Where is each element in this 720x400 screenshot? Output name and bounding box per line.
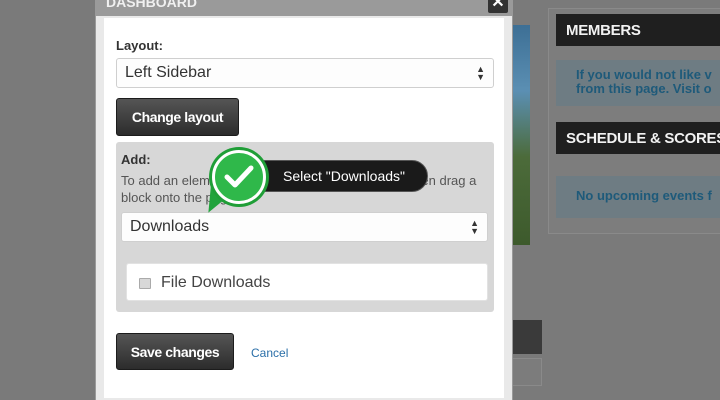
- checkmark-badge: [212, 150, 266, 204]
- layout-select-value: Left Sidebar: [125, 64, 212, 81]
- save-changes-button[interactable]: Save changes: [116, 333, 234, 370]
- background-panel: [512, 358, 542, 386]
- cancel-link[interactable]: Cancel: [251, 346, 288, 360]
- background-photo: [510, 25, 530, 245]
- element-label: File Downloads: [161, 274, 271, 291]
- members-widget-title: MEMBERS: [556, 14, 720, 46]
- add-label: Add:: [121, 152, 151, 167]
- schedule-text-line: No upcoming events f: [576, 188, 712, 203]
- element-list: File Downloads: [126, 263, 488, 301]
- schedule-widget-body: No upcoming events f: [556, 176, 720, 218]
- close-button[interactable]: ✕: [488, 0, 508, 13]
- members-text-line: If you would not like v: [576, 67, 712, 82]
- document-icon: [139, 277, 151, 289]
- select-arrows-icon: ▲ ▼: [476, 64, 485, 82]
- checkmark-icon: [224, 165, 254, 188]
- tutorial-callout: Select "Downloads": [244, 160, 429, 192]
- background-nav-strip: [512, 320, 542, 354]
- layout-select[interactable]: Left Sidebar ▲ ▼: [116, 58, 494, 88]
- layout-label: Layout:: [116, 38, 163, 53]
- category-select[interactable]: Downloads ▲ ▼: [121, 212, 488, 242]
- modal-titlebar: DASHBOARD ✕: [96, 0, 512, 16]
- change-layout-button[interactable]: Change layout: [116, 98, 239, 136]
- modal-title: DASHBOARD: [106, 0, 197, 10]
- schedule-widget-title: SCHEDULE & SCORES: [556, 122, 720, 154]
- callout-text: Select "Downloads": [283, 168, 406, 184]
- category-select-value: Downloads: [130, 218, 210, 235]
- members-widget-body: If you would not like v from this page. …: [556, 60, 720, 106]
- close-icon: ✕: [491, 0, 505, 11]
- select-arrows-icon: ▲ ▼: [470, 218, 479, 236]
- members-text-line: from this page. Visit o: [576, 81, 712, 96]
- file-downloads-block[interactable]: File Downloads: [139, 274, 270, 292]
